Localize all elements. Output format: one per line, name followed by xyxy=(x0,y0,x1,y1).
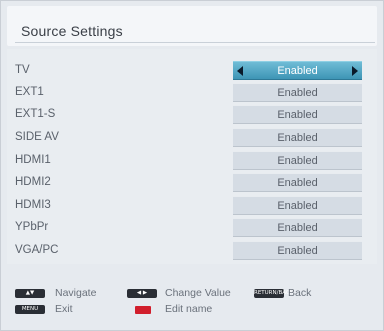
source-value[interactable]: Enabled xyxy=(233,128,362,147)
title-divider xyxy=(15,42,375,43)
source-row-tv[interactable]: TV Enabled xyxy=(7,61,377,82)
source-row-ext1-s[interactable]: EXT1-S Enabled xyxy=(7,105,377,126)
source-label: HDMI2 xyxy=(15,176,51,188)
title-bar: Source Settings xyxy=(7,6,377,46)
hint-label: Back xyxy=(288,287,312,299)
source-label: EXT1-S xyxy=(15,108,56,120)
source-value[interactable]: Enabled xyxy=(233,173,362,192)
source-value[interactable]: Enabled xyxy=(233,196,362,215)
source-value[interactable]: Enabled xyxy=(233,151,362,170)
return-back-key-icon: RETURN/BACK xyxy=(254,289,294,298)
source-label: HDMI3 xyxy=(15,199,51,211)
menu-key-icon: MENU xyxy=(15,305,45,314)
source-row-side-av[interactable]: SIDE AV Enabled xyxy=(7,128,377,149)
source-row-ext1[interactable]: EXT1 Enabled xyxy=(7,83,377,104)
source-value[interactable]: Enabled xyxy=(233,218,362,237)
hint-label: Edit name xyxy=(165,303,213,315)
source-value[interactable]: Enabled xyxy=(233,83,362,102)
page-title: Source Settings xyxy=(21,23,123,39)
source-row-hdmi1[interactable]: HDMI1 Enabled xyxy=(7,151,377,172)
source-value-selector[interactable]: Enabled xyxy=(233,61,362,80)
source-label: VGA/PC xyxy=(15,244,59,256)
source-label: YPbPr xyxy=(15,221,49,233)
source-value: Enabled xyxy=(277,65,318,77)
hint-label: Exit xyxy=(55,303,73,315)
arrow-left-icon[interactable] xyxy=(237,66,243,76)
updown-key-icon: ▲▼ xyxy=(15,289,45,298)
source-settings-window: Source Settings TV Enabled EXT1 Enabled … xyxy=(0,0,384,331)
source-row-hdmi2[interactable]: HDMI2 Enabled xyxy=(7,173,377,194)
key-hints-footer: ▲▼ Navigate ◀ ▶ Change Value RETURN/BACK… xyxy=(7,287,377,327)
red-key-icon xyxy=(135,306,151,314)
arrow-right-icon[interactable] xyxy=(352,66,358,76)
source-label: EXT1 xyxy=(15,86,44,98)
leftright-key-icon: ◀ ▶ xyxy=(127,289,157,298)
source-list: TV Enabled EXT1 Enabled EXT1-S Enabled S… xyxy=(7,49,377,264)
source-value[interactable]: Enabled xyxy=(233,241,362,260)
source-label: HDMI1 xyxy=(15,154,51,166)
source-label: SIDE AV xyxy=(15,131,59,143)
source-row-ypbpr[interactable]: YPbPr Enabled xyxy=(7,218,377,239)
hint-label: Navigate xyxy=(55,287,97,299)
source-value[interactable]: Enabled xyxy=(233,105,362,124)
source-label: TV xyxy=(15,64,30,76)
source-row-vga-pc[interactable]: VGA/PC Enabled xyxy=(7,241,377,262)
hint-label: Change Value xyxy=(165,287,231,299)
source-row-hdmi3[interactable]: HDMI3 Enabled xyxy=(7,196,377,217)
